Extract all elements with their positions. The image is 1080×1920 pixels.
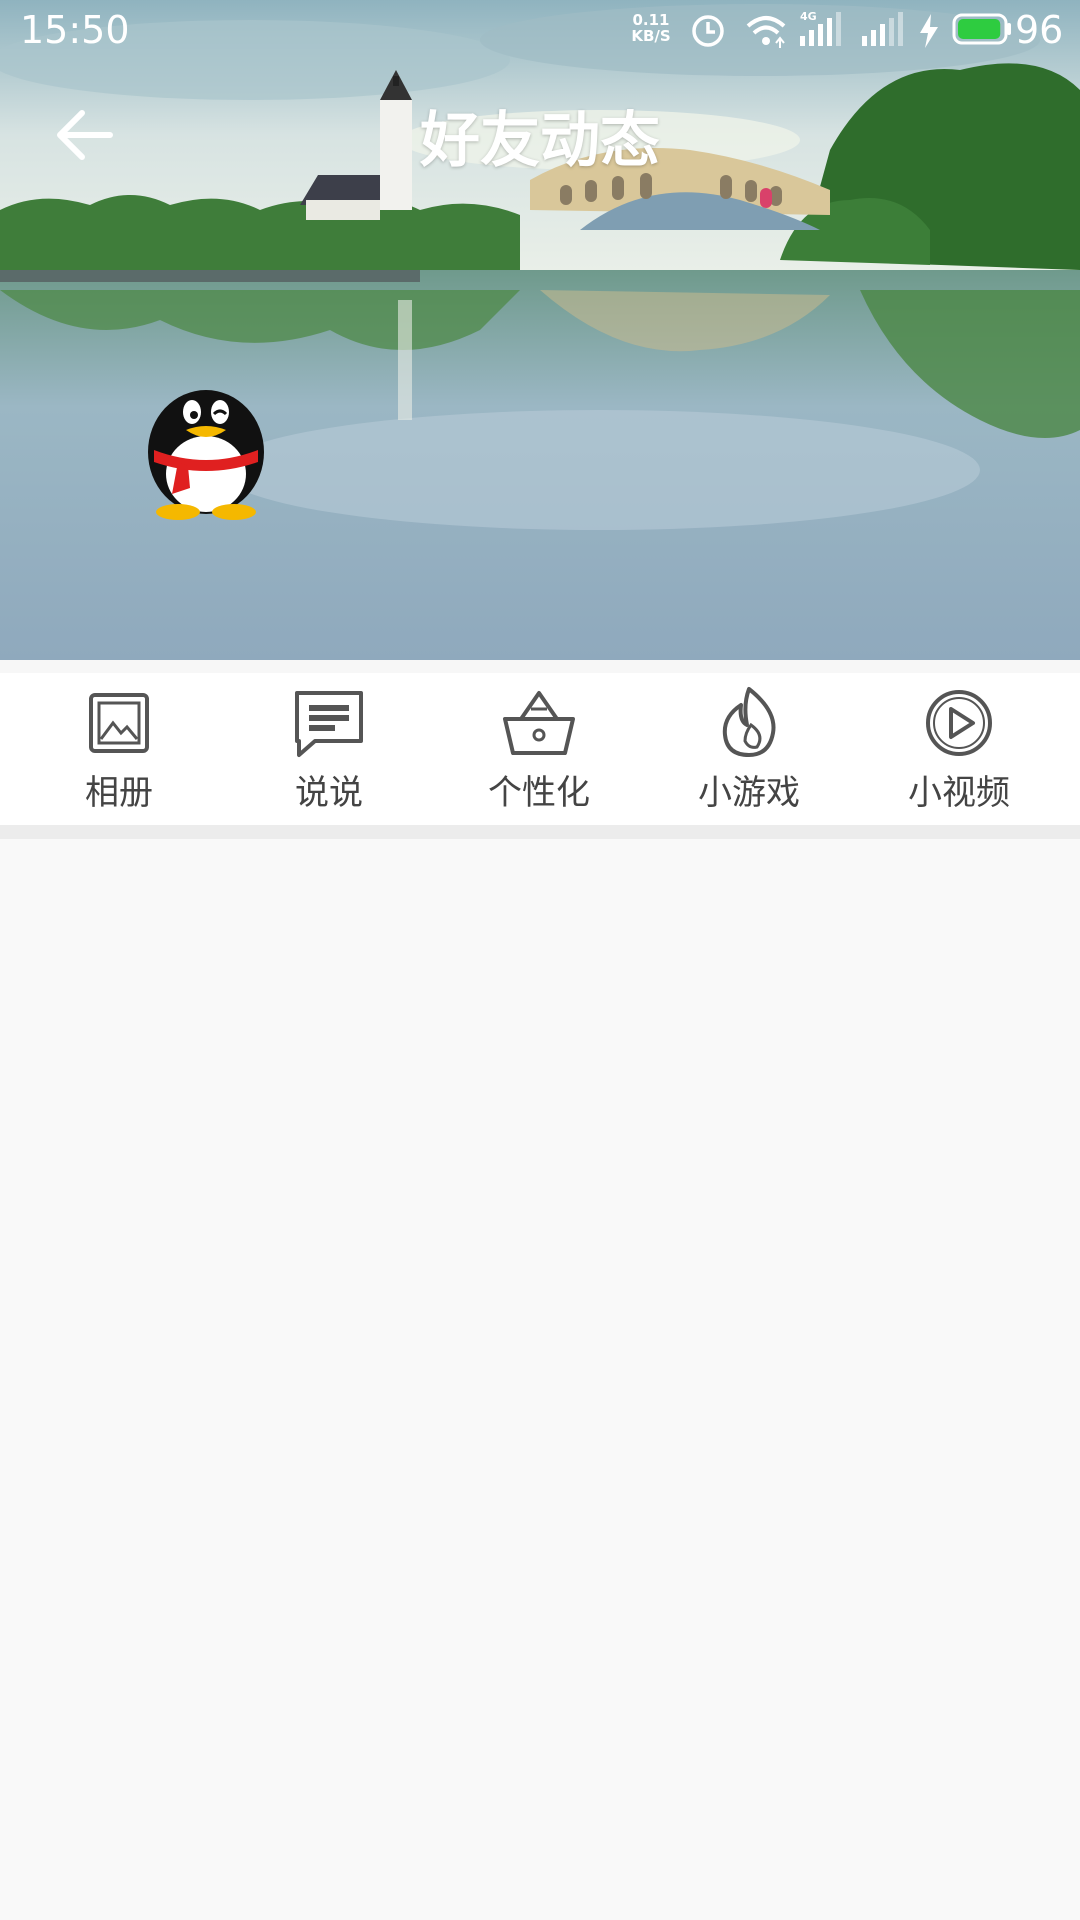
charging-bolt-icon	[920, 14, 938, 48]
shortcut-label: 说说	[295, 773, 363, 813]
page-title: 好友动态	[420, 106, 660, 176]
play-circle-icon	[926, 690, 992, 756]
wifi-icon	[746, 16, 786, 48]
chat-bubble-icon	[295, 691, 363, 757]
shortcut-label: 相册	[85, 773, 153, 813]
status-bar: 15:50 0.11 KB/S 4G 96	[0, 0, 1080, 62]
shortcut-minigames[interactable]: 小游戏	[644, 673, 854, 825]
shortcut-personalize[interactable]: 个性化	[434, 673, 644, 825]
network-speed-value: 0.11	[632, 11, 670, 29]
shortcut-label: 小游戏	[698, 773, 800, 813]
shortcut-label: 小视频	[908, 773, 1010, 813]
battery-icon	[952, 13, 1011, 45]
network-type-label: 4G	[800, 10, 817, 23]
network-speed-unit: KB/S	[631, 27, 671, 45]
feed-content-area	[0, 839, 1080, 1920]
photo-album-icon	[89, 693, 149, 753]
status-time: 15:50	[20, 8, 130, 52]
shortcut-label: 个性化	[488, 773, 590, 813]
flame-icon	[722, 687, 776, 757]
shortcut-posts[interactable]: 说说	[224, 673, 434, 825]
header-background-photo: 15:50 0.11 KB/S 4G 96 好友动态	[0, 0, 1080, 660]
signal-strength-icon	[862, 12, 903, 46]
shortcut-short-video[interactable]: 小视频	[854, 673, 1064, 825]
user-avatar[interactable]	[142, 370, 270, 520]
qq-penguin-icon	[148, 390, 264, 520]
basket-icon	[503, 691, 575, 755]
battery-level: 96	[1015, 8, 1064, 52]
signal-4g-icon: 4G	[800, 10, 841, 46]
shortcut-bar: 相册 说说 个性化 小游戏 小视频	[0, 673, 1080, 825]
alarm-clock-icon	[692, 15, 724, 47]
shortcut-album[interactable]: 相册	[14, 673, 224, 825]
section-divider	[0, 825, 1080, 839]
network-speed: 0.11 KB/S	[628, 12, 674, 44]
